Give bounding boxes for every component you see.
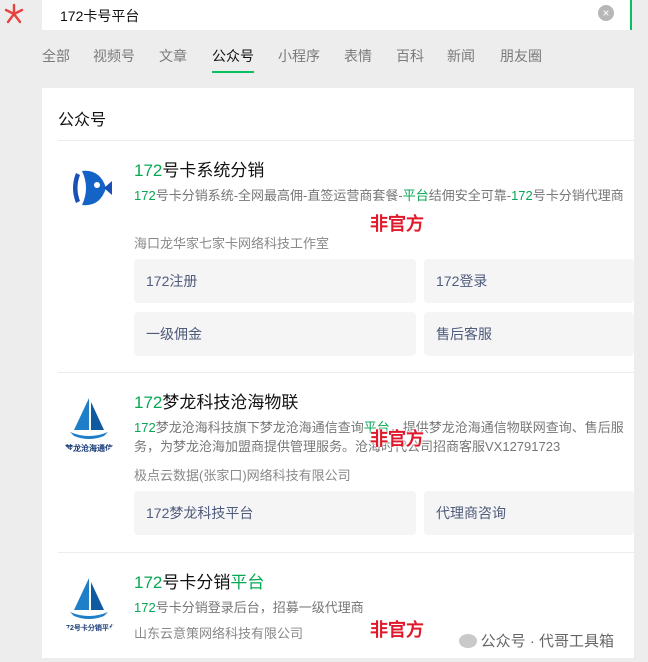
account-source: 极点云数据(张家口)网络科技有限公司 <box>134 468 351 483</box>
search-bar[interactable]: 172卡号平台 × <box>42 0 632 30</box>
account-title[interactable]: 172号卡系统分销 <box>134 156 264 181</box>
menu-button[interactable]: 售后客服 <box>424 312 634 356</box>
wechat-icon <box>458 634 477 648</box>
menu-button[interactable]: 172梦龙科技平台 <box>134 491 416 535</box>
watermark: 公众号 · 代哥工具箱 <box>458 630 614 651</box>
account-title[interactable]: 172梦龙科技沧海物联 <box>134 388 298 413</box>
account-description: 172号卡分销系统-全网最高佣-直签运营商套餐-平台结佣安全可靠-172号卡分销… <box>134 188 624 203</box>
results-card: 公众号 172号卡系统分销 172号卡分销系统-全网最高佣-直签运营商套餐-平台… <box>42 88 634 658</box>
avatar-caption: 梦龙沧海通信 <box>65 444 113 453</box>
account-description: 172号卡分销登录后台，招募一级代理商 <box>134 600 364 615</box>
clear-icon[interactable]: × <box>598 5 614 21</box>
avatar-caption: 172号卡分销平台 <box>62 625 116 632</box>
tab-news[interactable]: 新闻 <box>447 46 475 66</box>
section-title: 公众号 <box>58 112 107 129</box>
tab-all[interactable]: 全部 <box>42 46 70 66</box>
menu-button[interactable]: 172注册 <box>134 259 416 303</box>
account-avatar[interactable]: 172号卡分销平台 <box>56 570 122 636</box>
tab-channels[interactable]: 视频号 <box>93 46 135 66</box>
unofficial-stamp: 非官方 <box>370 429 424 449</box>
account-source: 海口龙华家七家卡网络科技工作室 <box>134 236 330 251</box>
account-source: 山东云意策网络科技有限公司 <box>134 626 304 641</box>
tab-encyclopedia[interactable]: 百科 <box>396 46 424 66</box>
tab-mini-programs[interactable]: 小程序 <box>278 46 320 66</box>
unofficial-stamp: 非官方 <box>370 214 424 234</box>
tab-articles[interactable]: 文章 <box>159 46 187 66</box>
tab-stickers[interactable]: 表情 <box>344 46 372 66</box>
result-item[interactable]: 172号卡系统分销 172号卡分销系统-全网最高佣-直签运营商套餐-平台结佣安全… <box>42 140 634 372</box>
menu-button[interactable]: 一级佣金 <box>134 312 416 356</box>
tab-moments[interactable]: 朋友圈 <box>500 46 542 66</box>
result-item[interactable]: 梦龙沧海通信 172梦龙科技沧海物联 172梦龙沧海科技旗下梦龙沧海通信查询平台… <box>42 372 634 552</box>
account-avatar[interactable] <box>56 155 122 221</box>
account-title[interactable]: 172号卡分销平台 <box>134 568 264 593</box>
account-avatar[interactable]: 梦龙沧海通信 <box>56 390 122 456</box>
tab-official-accounts[interactable]: 公众号 <box>212 46 254 73</box>
fish-logo-icon <box>56 155 122 221</box>
app-logo-icon[interactable] <box>2 2 26 26</box>
watermark-text: 公众号 · 代哥工具箱 <box>480 633 614 650</box>
menu-button[interactable]: 代理商咨询 <box>424 491 634 535</box>
unofficial-stamp: 非官方 <box>370 620 424 640</box>
search-input[interactable]: 172卡号平台 <box>60 6 139 26</box>
menu-button[interactable]: 172登录 <box>424 259 634 303</box>
